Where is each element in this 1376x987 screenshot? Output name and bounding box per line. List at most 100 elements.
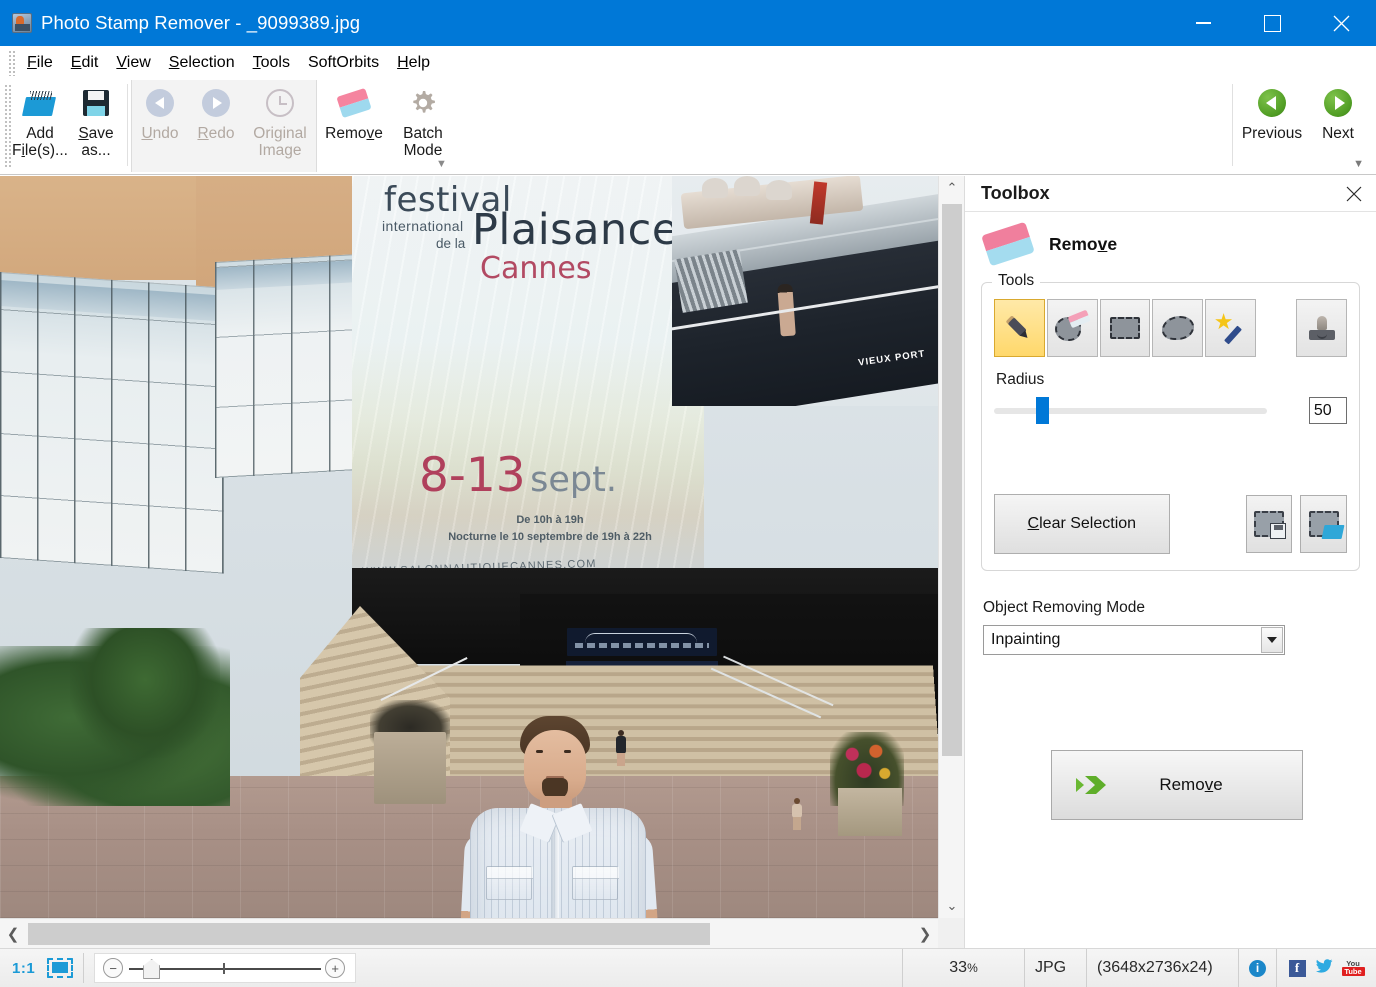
save-selection-icon	[1254, 511, 1284, 537]
zoom-percent-suffix: %	[967, 961, 978, 975]
photo-glass-facade	[0, 272, 224, 574]
eraser-tool-button[interactable]	[1047, 299, 1098, 357]
zoom-out-button[interactable]: −	[103, 958, 123, 978]
menu-help[interactable]: Help	[388, 51, 439, 75]
banner-cannes-text: Cannes	[480, 251, 591, 286]
maximize-button[interactable]	[1238, 0, 1307, 46]
photo-venue-sign	[567, 628, 717, 656]
tools-row: ★	[994, 299, 1347, 357]
subject-shirt-pocket-right	[572, 866, 618, 900]
undo-arrow-icon	[146, 86, 174, 120]
horizontal-scroll-thumb[interactable]	[28, 923, 710, 945]
image-canvas[interactable]: festival international de la Plaisance C…	[0, 176, 938, 918]
scroll-right-icon[interactable]: ❯	[912, 919, 938, 949]
zoom-percent-cell: 33%	[902, 949, 1024, 987]
lasso-select-tool-button[interactable]	[1152, 299, 1203, 357]
ribbon-expander-inline[interactable]: ▼	[436, 158, 447, 170]
object-removing-mode-select[interactable]: Inpainting	[983, 625, 1285, 655]
youtube-icon[interactable]: You Tube	[1342, 960, 1365, 977]
radius-slider[interactable]	[994, 408, 1267, 414]
canvas-horizontal-scrollbar[interactable]: ❮ ❯	[0, 918, 938, 948]
zoom-in-button[interactable]: +	[325, 958, 345, 978]
close-button[interactable]	[1307, 0, 1376, 46]
previous-button[interactable]: Previous	[1236, 80, 1308, 172]
toolbox-close-icon[interactable]	[1344, 184, 1364, 204]
eraser-selection-icon	[1055, 313, 1089, 343]
remove-ribbon-button[interactable]: Remove	[317, 80, 391, 172]
menu-selection[interactable]: Selection	[160, 51, 244, 75]
selection-actions-row: Clear Selection	[994, 494, 1347, 554]
chevron-down-icon[interactable]	[1261, 627, 1283, 653]
original-image-button[interactable]: OriginalImage	[244, 80, 316, 172]
menu-file[interactable]: File	[18, 51, 62, 75]
menu-tools[interactable]: Tools	[244, 51, 299, 75]
load-selection-button[interactable]	[1300, 495, 1347, 553]
banner-dates: 8-13 sept.	[352, 448, 694, 503]
save-selection-button[interactable]	[1246, 495, 1293, 553]
toolbox-mode-label: Remove	[1049, 234, 1117, 255]
toolbox-panel: Toolbox Remove Tools	[964, 176, 1376, 948]
menu-view[interactable]: View	[107, 51, 159, 75]
facebook-icon[interactable]: f	[1289, 960, 1306, 977]
menu-view-label: iew	[127, 54, 151, 71]
photo-glass-grid	[0, 272, 224, 574]
eraser-icon	[339, 86, 369, 120]
info-cell[interactable]: i	[1238, 949, 1276, 987]
scroll-down-icon[interactable]: ⌄	[939, 894, 965, 918]
remove-action-button[interactable]: Remove	[1051, 750, 1303, 820]
scroll-left-icon[interactable]: ❮	[0, 919, 26, 949]
pencil-tool-button[interactable]	[994, 299, 1045, 357]
magic-wand-tool-button[interactable]: ★	[1205, 299, 1256, 357]
save-as-button[interactable]: Saveas...	[68, 80, 124, 172]
radius-value-input[interactable]: 50	[1309, 397, 1347, 424]
banner-hours-line2: Nocturne le 10 septembre de 19h à 22h	[400, 529, 700, 546]
scroll-up-icon[interactable]: ⌃	[939, 176, 965, 200]
clone-stamp-tool-button[interactable]	[1296, 299, 1347, 357]
ribbon-expander[interactable]: ▼	[1353, 158, 1364, 170]
zoom-slider-thumb[interactable]	[143, 959, 160, 979]
image-dimensions-cell: (3648x2736x24)	[1086, 949, 1238, 987]
rectangle-select-tool-button[interactable]	[1100, 299, 1151, 357]
remove-ribbon-label: Remove	[325, 126, 383, 143]
window-controls	[1169, 0, 1376, 46]
photo-subject-person	[462, 716, 680, 918]
ribbon-separator-1	[127, 84, 128, 166]
radius-slider-thumb[interactable]	[1036, 397, 1049, 424]
yacht-dome-1	[702, 178, 728, 198]
vertical-scroll-thumb[interactable]	[942, 204, 962, 756]
undo-button[interactable]: Undo	[132, 80, 188, 172]
clear-selection-button[interactable]: Clear Selection	[994, 494, 1170, 554]
zoom-slider-control[interactable]: − +	[94, 953, 356, 983]
zoom-percent-value: 33	[949, 959, 967, 977]
clone-stamp-icon	[1308, 314, 1336, 342]
toolbar-ribbon: AddFile(s)... Saveas... Undo Redo	[0, 80, 1376, 175]
next-label: Next	[1322, 126, 1354, 143]
menu-softorbits[interactable]: SoftOrbits	[299, 51, 388, 75]
minimize-button[interactable]	[1169, 0, 1238, 46]
add-files-button[interactable]: AddFile(s)...	[12, 80, 68, 172]
info-icon[interactable]: i	[1249, 960, 1266, 977]
folder-icon	[24, 86, 56, 120]
menu-edit[interactable]: Edit	[62, 51, 108, 75]
banner-plaisance-text: Plaisance	[472, 205, 679, 255]
magic-wand-icon: ★	[1216, 313, 1246, 343]
radius-row: 50	[994, 397, 1347, 424]
navigation-group: Previous Next	[1229, 80, 1368, 175]
menu-grip[interactable]	[8, 50, 16, 76]
menu-file-label: ile	[37, 54, 53, 71]
window-title: Photo Stamp Remover - _9099389.jpg	[41, 12, 360, 34]
previous-label: Previous	[1242, 126, 1302, 143]
banner-international-text: international	[382, 218, 463, 234]
tools-group-legend: Tools	[992, 272, 1040, 290]
undo-label: Undo	[141, 126, 178, 143]
load-selection-icon	[1309, 511, 1339, 537]
gear-icon	[408, 86, 438, 120]
zoom-ratio-button[interactable]: 1:1	[12, 960, 35, 977]
twitter-icon[interactable]	[1315, 959, 1333, 977]
redo-button[interactable]: Redo	[188, 80, 244, 172]
fit-to-window-icon[interactable]	[47, 958, 73, 978]
toolbox-title: Toolbox	[981, 183, 1050, 204]
canvas-vertical-scrollbar[interactable]: ⌃ ⌄	[938, 176, 964, 918]
ribbon-grip[interactable]	[4, 84, 12, 169]
photo-festival-banner: festival international de la Plaisance C…	[352, 176, 704, 571]
